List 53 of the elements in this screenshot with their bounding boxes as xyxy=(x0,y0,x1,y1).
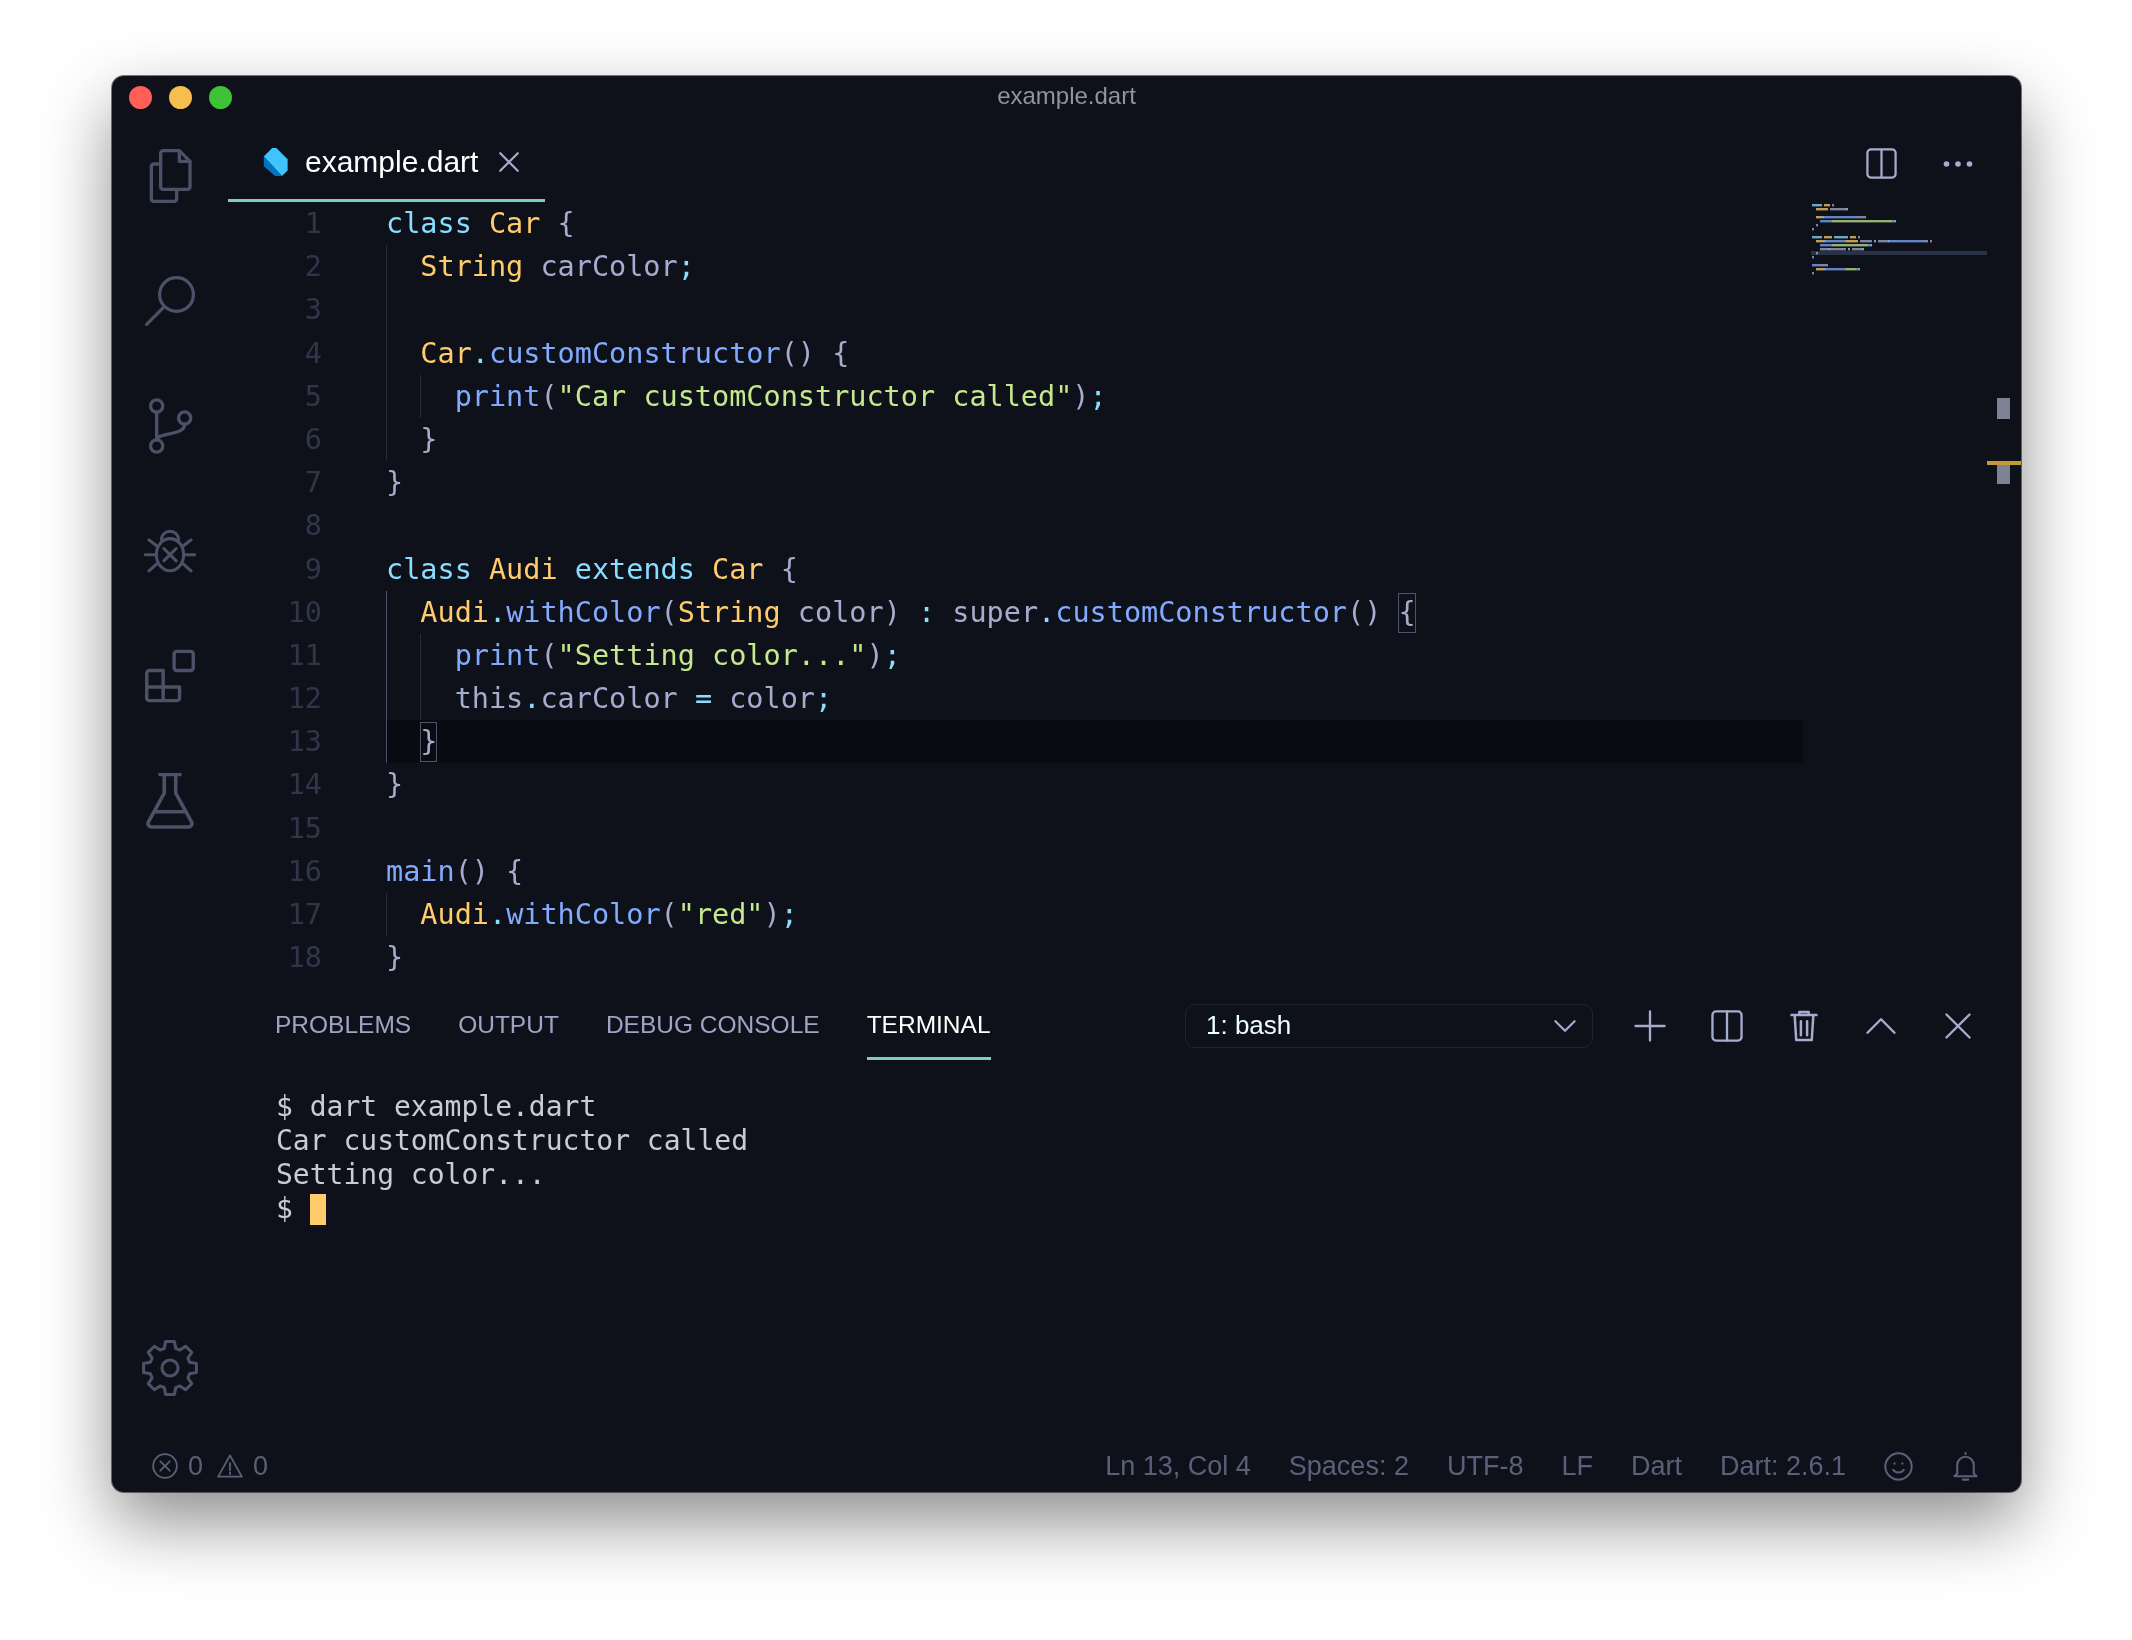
terminal-line: Setting color... xyxy=(276,1158,546,1192)
smiley-icon[interactable] xyxy=(1884,1451,1913,1481)
panel-tab[interactable]: OUTPUT xyxy=(458,985,559,1060)
split-icon[interactable] xyxy=(1711,1009,1743,1042)
code-line: } xyxy=(386,940,404,977)
status-item[interactable]: Ln 13, Col 4 xyxy=(1105,1450,1251,1482)
file-type-icon xyxy=(262,148,288,176)
chevron-down-icon xyxy=(1554,1019,1576,1032)
status-item[interactable]: LF xyxy=(1561,1450,1593,1482)
code-line: class Car { xyxy=(386,206,575,242)
window-close-icon[interactable] xyxy=(129,85,152,109)
code-line: main() { xyxy=(386,853,524,890)
window-maximize-icon[interactable] xyxy=(209,85,232,109)
code-line: this.carColor = color; xyxy=(454,681,833,718)
terminal-line: $ xyxy=(276,1192,293,1226)
problems-indicator[interactable]: 0 0 xyxy=(152,1450,269,1482)
ruler-mark-icon xyxy=(1997,465,2010,484)
code-line: Audi.withColor("red"); xyxy=(420,897,798,933)
error-icon xyxy=(152,1453,178,1479)
panel-tab[interactable]: DEBUG CONSOLE xyxy=(605,985,820,1060)
close-icon[interactable] xyxy=(1945,1012,1971,1039)
code-line: String carColor; xyxy=(420,249,695,286)
more-icon[interactable] xyxy=(1943,159,1973,168)
chevron-up-icon[interactable] xyxy=(1866,1016,1896,1035)
code-line: } xyxy=(420,421,438,458)
code-line: Car.customConstructor() { xyxy=(420,335,850,372)
window-minimize-icon[interactable] xyxy=(169,85,192,109)
terminal-cursor-icon xyxy=(309,1193,326,1225)
close-icon[interactable] xyxy=(499,152,520,172)
status-item[interactable]: Spaces: 2 xyxy=(1288,1450,1409,1482)
code-line: } xyxy=(420,720,438,764)
code-line: } xyxy=(386,465,404,502)
plus-icon[interactable] xyxy=(1634,1009,1666,1042)
status-item[interactable]: Dart: 2.6.1 xyxy=(1719,1450,1846,1482)
trash-icon[interactable] xyxy=(1790,1009,1818,1042)
code-line: Audi.withColor(String color) : super.customConstructor() { xyxy=(420,590,1416,634)
terminal-line: $ dart example.dart xyxy=(276,1090,597,1124)
split-icon[interactable] xyxy=(1866,148,1897,179)
code-line: print("Car customConstructor called"); xyxy=(454,378,1107,415)
code-line: } xyxy=(386,767,404,804)
editor-tab[interactable]: example.dart xyxy=(228,116,545,202)
panel-tab[interactable]: TERMINAL xyxy=(866,985,991,1060)
code-line: print("Setting color..."); xyxy=(454,637,901,674)
status-item[interactable]: UTF-8 xyxy=(1446,1450,1524,1482)
code-line: class Audi extends Car { xyxy=(386,551,798,588)
panel-tab[interactable]: PROBLEMS xyxy=(275,985,412,1060)
terminal-select[interactable]: 1: bash xyxy=(1185,1003,1593,1048)
window-title: example.dart xyxy=(997,82,1136,110)
ruler-mark-icon xyxy=(1997,398,2010,419)
terminal-line: Car customConstructor called xyxy=(276,1124,748,1158)
bell-icon[interactable] xyxy=(1951,1451,1980,1481)
status-item[interactable]: Dart xyxy=(1630,1450,1682,1482)
warning-icon xyxy=(217,1453,244,1479)
